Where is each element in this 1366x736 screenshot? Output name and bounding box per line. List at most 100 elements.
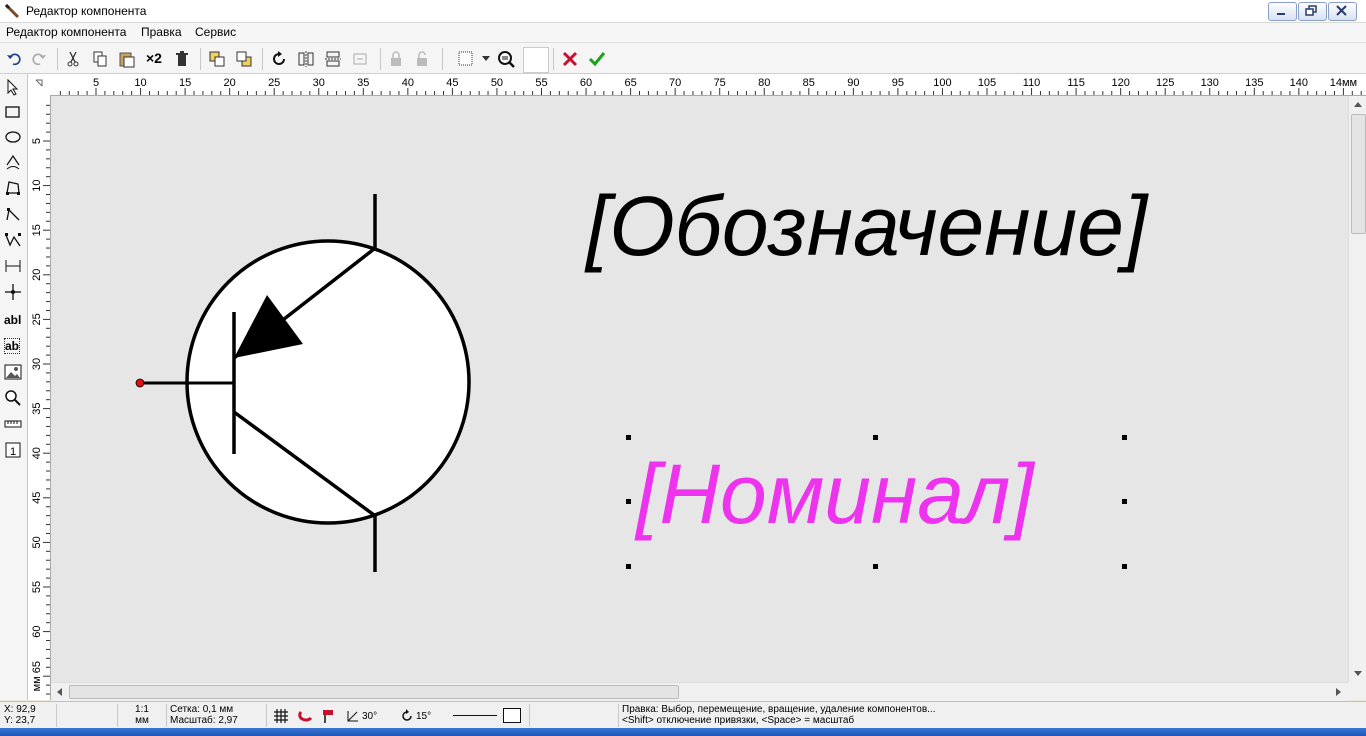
scroll-down-icon[interactable] [1353,670,1363,678]
dimension-tool-icon[interactable] [4,257,22,275]
rotate-icon[interactable] [270,50,288,68]
ruler-label: 60 [31,625,43,637]
select-arrow-icon[interactable] [4,78,22,96]
minimize-button[interactable] [1268,2,1297,21]
title-bar: Редактор компонента [0,0,1366,23]
send-back-icon[interactable] [235,50,253,68]
polygon-tool-icon[interactable] [4,179,22,197]
selection-handle[interactable] [626,499,631,504]
cut-icon[interactable] [64,50,82,68]
text-frame-tool-icon[interactable]: ab [4,338,21,354]
ruler-label: 14мм [1330,77,1357,89]
menu-service[interactable]: Сервис [195,25,236,39]
paste-icon[interactable] [118,50,136,68]
delete-icon[interactable] [173,50,191,68]
number-tool-icon[interactable]: 1 [4,441,22,459]
ruler-label: 15 [179,77,191,89]
horizontal-scrollbar[interactable] [51,682,1348,701]
multiply-button[interactable]: ×2 [146,50,162,66]
ruler-label: 30 [313,77,325,89]
bring-front-icon[interactable] [208,50,226,68]
designation-label[interactable]: [Обозначение] [586,178,1147,275]
ruler-label: 125 [1156,77,1174,89]
selection-handle[interactable] [1122,435,1127,440]
rectangle-tool-icon[interactable] [4,103,22,121]
scale-ratio-panel[interactable]: 1:1 мм [118,704,167,727]
ruler-label: 25 [31,313,43,325]
redo-icon[interactable] [30,50,48,68]
align-icon[interactable] [351,50,369,68]
ruler-tool-icon[interactable] [4,415,22,433]
horizontal-scroll-thumb[interactable] [69,685,679,699]
polyline-tool-icon[interactable] [4,205,22,223]
cursor-coords: X: 92,9 Y: 23,7 [4,704,57,727]
scroll-corner [1348,682,1366,700]
ruler-label: 80 [758,77,770,89]
selection-handle[interactable] [873,435,878,440]
close-icon [1336,5,1347,16]
zoom-level: Масштаб: 2,97 [170,715,238,726]
line-style-sample [453,715,497,716]
selection-handle[interactable] [1122,499,1127,504]
line-style-panel[interactable] [445,704,530,727]
unlock-icon[interactable] [413,50,431,68]
ruler-label: 50 [31,536,43,548]
menu-bar: Редактор компонента Правка Сервис [0,23,1366,43]
ellipse-tool-icon[interactable] [4,128,22,146]
arc-tool-icon[interactable] [4,153,22,171]
ruler-label: 140 [1290,77,1308,89]
ruler-corner[interactable] [28,74,51,96]
apply-icon[interactable] [588,50,606,68]
vertical-scroll-thumb[interactable] [1351,114,1366,234]
zoom-tool-icon[interactable] [4,389,22,407]
drawing-tools: abl ab 1 [0,74,28,700]
zoom-fit-icon[interactable] [497,50,515,68]
selection-handle[interactable] [873,564,878,569]
angle-step-1[interactable]: 30° [362,711,377,722]
close-button[interactable] [1328,2,1357,21]
chevron-down-icon[interactable] [482,56,490,62]
mirror-horizontal-icon[interactable] [297,50,315,68]
ruler-label: 60 [580,77,592,89]
corner-arrow-icon [35,79,43,87]
minimize-icon [1277,13,1285,15]
grid-icon[interactable] [457,50,475,68]
grid-snap-icon[interactable] [273,708,289,724]
ruler-label: 5 [93,77,99,89]
bezier-tool-icon[interactable] [4,231,22,249]
mirror-vertical-icon[interactable] [324,50,342,68]
undo-icon[interactable] [5,50,23,68]
ruler-label: 100 [933,77,951,89]
selection-handle[interactable] [626,435,631,440]
ruler-label: 35 [357,77,369,89]
selection-handle[interactable] [1122,564,1127,569]
image-tool-icon[interactable] [4,363,22,381]
scroll-right-icon[interactable] [1335,687,1343,697]
color-swatch[interactable] [523,47,549,73]
menu-component-editor[interactable]: Редактор компонента [6,25,126,39]
copy-icon[interactable] [91,50,109,68]
ruler-label: 55 [31,581,43,593]
magnet-snap-icon[interactable] [298,708,314,724]
nominal-label[interactable]: [Номинал] [636,446,1034,543]
scroll-up-icon[interactable] [1353,100,1363,108]
ruler-label: 90 [847,77,859,89]
lock-icon[interactable] [387,50,405,68]
pin-tool-icon[interactable] [4,283,22,301]
maximize-button[interactable] [1298,2,1327,21]
ruler-label: 25 [268,77,280,89]
restore-icon [1305,5,1317,16]
grid-zoom-panel: Сетка: 0,1 мм Масштаб: 2,97 [170,704,267,727]
pin-snap-icon[interactable] [321,708,337,724]
scroll-left-icon[interactable] [55,687,63,697]
ruler-label: 65 [624,77,636,89]
drawing-canvas[interactable]: [Обозначение] [Номинал] [51,96,1348,682]
angle-step-2[interactable]: 15° [416,711,431,722]
text-tool-icon[interactable]: abl [4,313,21,327]
fill-style-sample [503,708,521,723]
menu-edit[interactable]: Правка [141,25,182,39]
scale-ratio: 1:1 [135,704,149,715]
cancel-icon[interactable] [561,50,579,68]
vertical-scrollbar[interactable] [1348,96,1366,682]
selection-handle[interactable] [626,564,631,569]
